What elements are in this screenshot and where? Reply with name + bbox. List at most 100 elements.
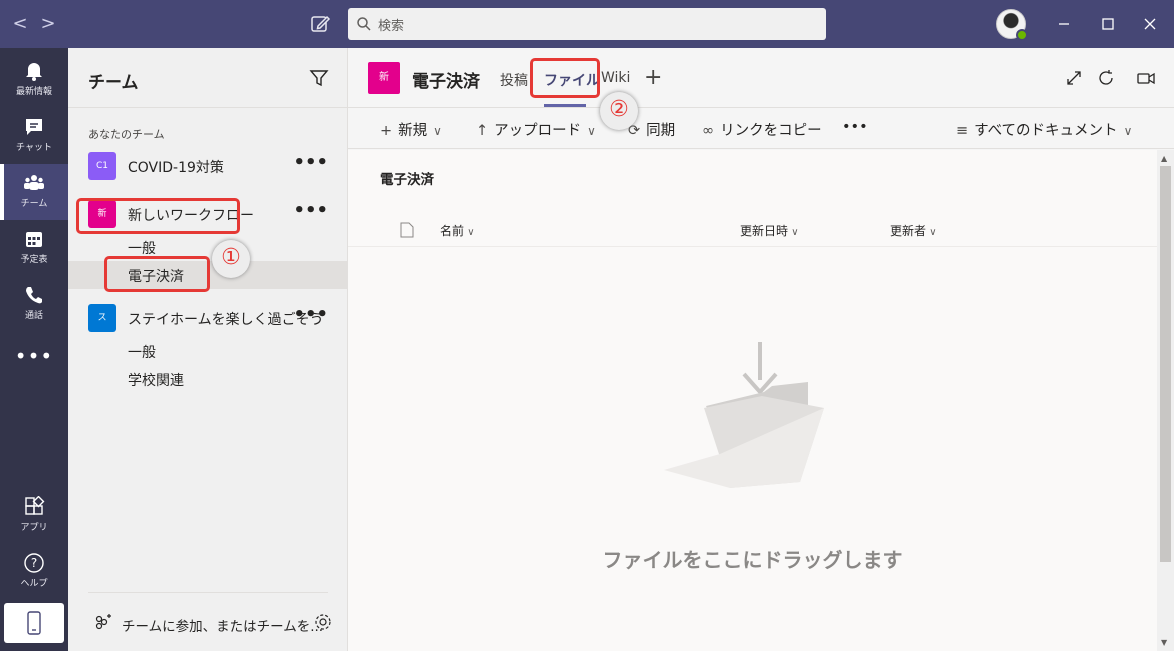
chevron-down-icon: ∨ (788, 227, 799, 238)
channel-header: 新 電子決済 投稿 ファイル Wiki + (348, 48, 1174, 108)
tab-wiki[interactable]: Wiki (601, 70, 630, 86)
section-label: あなたのチーム (88, 128, 165, 141)
rail-label: 予定表 (20, 255, 48, 265)
highlight-team-box (76, 198, 240, 234)
filter-icon[interactable] (309, 68, 329, 88)
chevron-down-icon: ∨ (1123, 124, 1133, 138)
phone-icon (26, 287, 42, 304)
rail-item-help[interactable]: ? ヘルプ (0, 544, 68, 600)
column-label: 更新日時 (740, 224, 789, 238)
refresh-icon[interactable] (1096, 68, 1116, 88)
view-label: すべてのドキュメント (974, 123, 1118, 139)
link-icon: ∞ (702, 123, 715, 139)
highlight-files-tab-box (530, 58, 600, 98)
channel-item-school[interactable]: 学校関連 (128, 370, 184, 390)
view-selector[interactable]: ≡ すべてのドキュメント ∨ (956, 119, 1132, 140)
teams-panel-header: チーム (68, 48, 347, 108)
upload-button[interactable]: ↑ アップロード ∨ (476, 119, 596, 140)
column-label: 名前 (440, 224, 465, 238)
rail-item-calls[interactable]: 通話 (0, 276, 68, 332)
maximize-icon[interactable] (1096, 12, 1120, 36)
teams-footer: チームに参加、またはチームを... (88, 592, 331, 642)
teams-panel-title: チーム (88, 73, 139, 93)
search-box[interactable]: 検索 (348, 8, 826, 40)
chevron-down-icon: ∨ (587, 124, 596, 138)
rail-more-button[interactable]: ••• (0, 344, 68, 368)
team-avatar: C1 (88, 152, 116, 180)
help-icon: ? (24, 553, 44, 573)
gear-icon[interactable] (314, 613, 332, 631)
step-callout-2: ② (600, 92, 638, 130)
column-header-modified-by[interactable]: 更新者 ∨ (890, 222, 937, 239)
main-content: 新 電子決済 投稿 ファイル Wiki + + 新規 ∨ ↑ アップロード ∨ ⟳ 同期 … (348, 48, 1174, 651)
rail-label: 最新情報 (15, 87, 52, 97)
mobile-app-button[interactable] (4, 603, 64, 643)
status-available-icon (1016, 29, 1028, 41)
title-bar: < > 検索 (0, 0, 1174, 48)
document-library: 電子決済 名前 ∨ 更新日時 ∨ 更新者 ∨ ファイルをここにドラッグします (348, 150, 1157, 651)
channel-item-general[interactable]: 一般 (128, 238, 156, 258)
scroll-down-icon[interactable]: ▼ (1161, 638, 1167, 647)
app-rail: 最新情報 チャット チーム 予定表 通話 ••• アプリ ? ヘルプ (0, 48, 68, 651)
sync-button[interactable]: ⟳ 同期 (628, 119, 675, 140)
chevron-down-icon: ∨ (433, 124, 442, 138)
new-label: 新規 (398, 123, 428, 139)
scroll-up-icon[interactable]: ▲ (1161, 154, 1167, 163)
tab-posts[interactable]: 投稿 (500, 70, 528, 90)
rail-item-teams[interactable]: チーム (0, 164, 68, 220)
avatar[interactable] (996, 9, 1028, 41)
apps-icon (25, 496, 45, 515)
team-more-button[interactable]: ••• (293, 152, 328, 173)
compose-icon[interactable] (308, 12, 332, 36)
close-icon[interactable] (1138, 12, 1162, 36)
chevron-down-icon: ∨ (926, 227, 937, 238)
vertical-scrollbar[interactable]: ▲ ▼ (1157, 150, 1174, 651)
calendar-icon (26, 232, 42, 247)
minimize-icon[interactable] (1052, 12, 1076, 36)
team-more-button[interactable]: ••• (293, 304, 328, 325)
scroll-thumb[interactable] (1160, 166, 1171, 562)
tab-active-indicator (544, 104, 586, 107)
copy-link-label: リンクをコピー (720, 123, 822, 139)
svg-text:?: ? (31, 556, 37, 570)
upload-icon: ↑ (476, 123, 489, 139)
rail-label: 通話 (24, 311, 43, 321)
channel-title: 電子決済 (412, 72, 480, 92)
bell-icon (26, 63, 42, 81)
rail-label: チーム (20, 199, 48, 209)
list-icon: ≡ (956, 123, 969, 139)
chevron-down-icon: ∨ (464, 227, 475, 238)
expand-icon[interactable] (1064, 68, 1084, 88)
team-more-button[interactable]: ••• (293, 200, 328, 221)
team-item-covid[interactable]: C1 COVID-19対策 ••• (68, 148, 348, 184)
rail-item-chat[interactable]: チャット (0, 108, 68, 164)
plus-icon: + (380, 123, 393, 139)
rail-label: チャット (16, 143, 52, 153)
rail-item-activity[interactable]: 最新情報 (0, 52, 68, 108)
search-input[interactable]: 検索 (378, 15, 404, 34)
header-divider (348, 246, 1157, 247)
rail-label: アプリ (20, 523, 48, 533)
more-actions-button[interactable]: ••• (842, 119, 868, 135)
channel-team-avatar: 新 (368, 62, 400, 94)
team-item-stay-home[interactable]: ス ステイホームを楽しく過ごそう ••• (68, 300, 348, 336)
mobile-device-icon (27, 611, 41, 635)
rail-item-apps[interactable]: アプリ (0, 488, 68, 544)
rail-item-calendar[interactable]: 予定表 (0, 220, 68, 276)
join-or-create-team-link[interactable]: チームに参加、またはチームを... (122, 615, 323, 635)
file-type-icon (400, 222, 414, 238)
empty-state-message: ファイルをここにドラッグします (602, 548, 903, 572)
column-header-name[interactable]: 名前 ∨ (440, 222, 475, 239)
back-button[interactable]: < (8, 12, 32, 36)
add-tab-button[interactable]: + (644, 65, 662, 90)
new-button[interactable]: + 新規 ∨ (380, 119, 442, 140)
copy-link-button[interactable]: ∞ リンクをコピー (702, 119, 822, 140)
meet-now-icon[interactable] (1136, 68, 1156, 88)
channel-item-general[interactable]: 一般 (128, 342, 156, 362)
column-header-modified[interactable]: 更新日時 ∨ (740, 222, 799, 239)
document-toolbar: + 新規 ∨ ↑ アップロード ∨ ⟳ 同期 ∞ リンクをコピー ••• ≡ すべてのドキュメ… (348, 109, 1174, 149)
library-title: 電子決済 (380, 172, 434, 188)
team-name: COVID-19対策 (128, 160, 224, 176)
forward-button[interactable]: > (36, 12, 60, 36)
teams-icon (24, 175, 44, 190)
